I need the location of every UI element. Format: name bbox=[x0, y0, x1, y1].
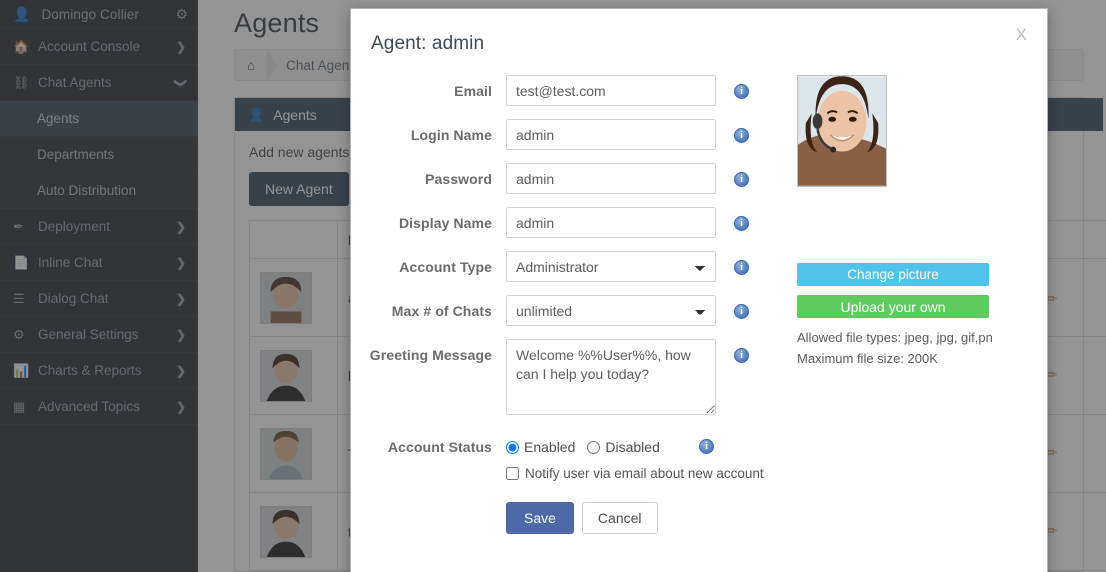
modal-actions: Save Cancel bbox=[351, 481, 771, 534]
field-label: Password bbox=[425, 171, 492, 187]
max-chats-select[interactable]: unlimited bbox=[506, 295, 716, 326]
field-account-status: Account Status Enabled Disabled Notify u… bbox=[351, 433, 771, 481]
field-label: Email bbox=[454, 83, 492, 99]
field-email: Email i bbox=[351, 75, 771, 106]
agent-avatar-photo bbox=[797, 75, 887, 187]
allowed-file-types-note: Allowed file types: jpeg, jpg, gif,png bbox=[797, 330, 993, 345]
cancel-button[interactable]: Cancel bbox=[581, 502, 658, 534]
save-button[interactable]: Save bbox=[506, 502, 574, 534]
password-field[interactable] bbox=[506, 163, 716, 194]
field-greeting-message: Greeting Message Welcome %%User%%, how c… bbox=[351, 339, 771, 420]
notify-user-row: Notify user via email about new account bbox=[506, 466, 764, 481]
info-icon[interactable]: i bbox=[734, 172, 749, 187]
login-name-field[interactable] bbox=[506, 119, 716, 150]
max-file-size-note: Maximum file size: 200K bbox=[797, 351, 938, 366]
field-label: Login Name bbox=[410, 127, 492, 143]
field-display-name: Display Name i bbox=[351, 207, 771, 238]
info-icon[interactable]: i bbox=[734, 348, 749, 363]
info-icon[interactable]: i bbox=[734, 216, 749, 231]
info-icon[interactable]: i bbox=[734, 304, 749, 319]
display-name-field[interactable] bbox=[506, 207, 716, 238]
field-label: Greeting Message bbox=[369, 347, 492, 363]
info-icon[interactable]: i bbox=[734, 84, 749, 99]
upload-your-own-button[interactable]: Upload your own bbox=[797, 295, 989, 318]
radio-disabled[interactable] bbox=[587, 440, 601, 454]
field-login-name: Login Name i bbox=[351, 119, 771, 150]
field-label: Account Status bbox=[387, 439, 492, 455]
agent-form: Email i Login Name i Password bbox=[351, 75, 771, 534]
app-root: 👤 Domingo Collier ⚙ 🏠 Account Console ❯ … bbox=[0, 0, 1106, 572]
field-label: Account Type bbox=[399, 259, 492, 275]
change-picture-button[interactable]: Change picture bbox=[797, 263, 989, 286]
modal-body: Email i Login Name i Password bbox=[351, 55, 1047, 534]
field-label: Max # of Chats bbox=[391, 303, 492, 319]
info-icon[interactable]: i bbox=[734, 128, 749, 143]
modal-title: Agent: admin bbox=[371, 33, 485, 54]
account-status-radios: Enabled Disabled bbox=[506, 433, 751, 455]
info-icon[interactable]: i bbox=[699, 439, 714, 454]
info-icon[interactable]: i bbox=[734, 260, 749, 275]
field-password: Password i bbox=[351, 163, 771, 194]
field-max-chats: Max # of Chats unlimited i bbox=[351, 295, 771, 326]
greeting-message-field[interactable]: Welcome %%User%%, how can I help you tod… bbox=[506, 339, 716, 415]
radio-enabled-label[interactable]: Enabled bbox=[524, 439, 575, 455]
notify-user-checkbox[interactable] bbox=[506, 467, 519, 480]
field-label: Display Name bbox=[398, 215, 492, 231]
agent-edit-modal: X Agent: admin Email i Login Name i bbox=[350, 8, 1048, 572]
notify-user-label[interactable]: Notify user via email about new account bbox=[525, 466, 764, 481]
account-type-select[interactable]: Administrator bbox=[506, 251, 716, 282]
field-account-type: Account Type Administrator i bbox=[351, 251, 771, 282]
radio-enabled[interactable] bbox=[506, 440, 519, 454]
email-field[interactable] bbox=[506, 75, 716, 106]
close-icon[interactable]: X bbox=[1010, 25, 1033, 44]
radio-disabled-label[interactable]: Disabled bbox=[605, 439, 659, 455]
agent-picture-panel: Change picture Upload your own Allowed f… bbox=[771, 75, 1047, 534]
